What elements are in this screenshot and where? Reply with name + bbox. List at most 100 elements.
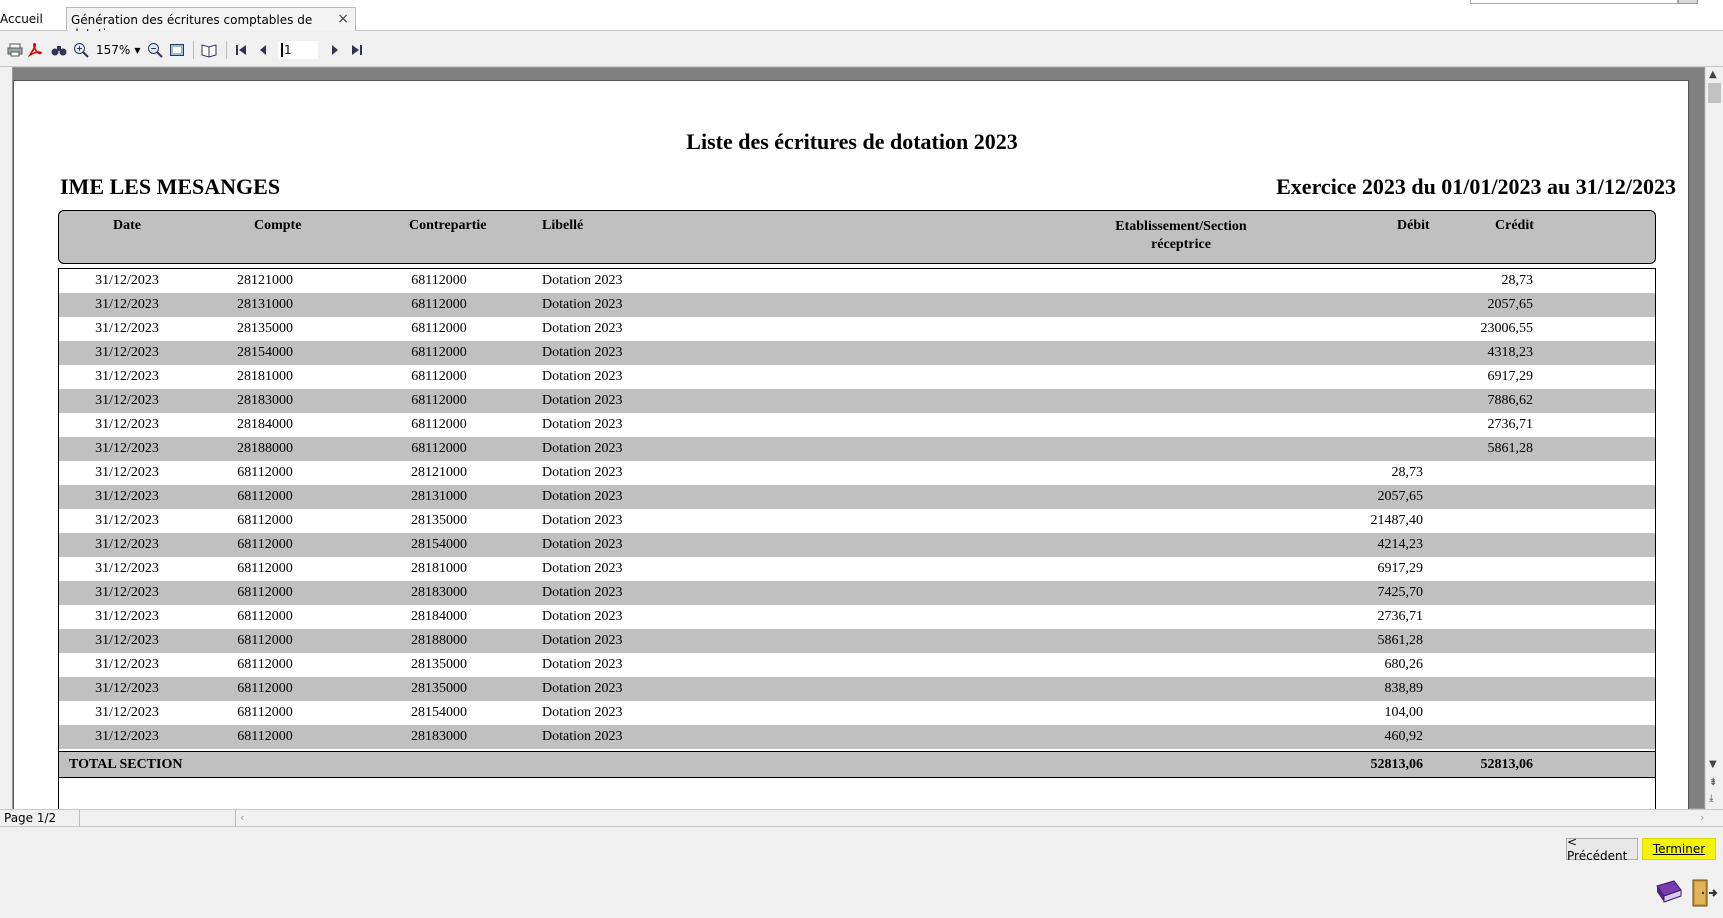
table-row: 31/12/2023 68112000 28183000 Dotation 2023 4… [59,725,1655,749]
tab-generation-dotation[interactable]: Génération des écritures comptables de d… [66,7,356,41]
search-input[interactable] [1470,0,1678,4]
cell-debit: 5861,28 [1377,633,1424,648]
header-date: Date [113,218,141,233]
zoom-in-icon[interactable] [72,41,90,59]
table-row: 31/12/2023 28181000 68112000 Dotation 2023 6… [59,365,1655,389]
close-icon[interactable]: × [337,11,349,27]
vertical-scrollbar[interactable]: ▲ ▼ ⇟ ⤓ [1705,67,1723,809]
cell-date: 31/12/2023 [95,729,159,744]
cell-credit: 6917,29 [1487,369,1534,384]
cell-contrepartie: 28135000 [411,681,467,696]
header-credit: Crédit [1495,218,1534,233]
table-row: 31/12/2023 68112000 28184000 Dotation 2023 2… [59,605,1655,629]
cell-contrepartie: 68112000 [411,273,467,288]
first-page-icon[interactable] [232,41,250,59]
report-title: Liste des écritures de dotation 2023 [686,129,1018,154]
previous-button[interactable]: < Précédent [1566,835,1638,863]
zoom-value: 157% [96,43,131,57]
zoom-select[interactable]: 157% ▼ [96,41,142,59]
chevron-down-icon: ▼ [134,45,141,55]
cell-contrepartie: 68112000 [411,441,467,456]
exercise-period: Exercice 2023 du 01/01/2023 au 31/12/202… [1276,174,1676,199]
scroll-left-icon[interactable]: ‹ [240,811,244,824]
column-header: Date Compte Contrepartie Libellé Etablis… [58,210,1656,264]
cell-contrepartie: 68112000 [411,369,467,384]
cell-libelle: Dotation 2023 [542,489,623,504]
cell-compte: 28184000 [237,417,293,432]
table-row: 31/12/2023 68112000 28135000 Dotation 2023 6… [59,653,1655,677]
cell-date: 31/12/2023 [95,585,159,600]
pdf-icon[interactable] [26,41,44,59]
zoom-out-icon[interactable] [146,41,164,59]
binoculars-icon[interactable] [50,41,68,59]
table-row: 31/12/2023 68112000 28135000 Dotation 2023 8… [59,677,1655,701]
cell-compte: 68112000 [237,489,293,504]
cell-libelle: Dotation 2023 [542,681,623,696]
tab-home[interactable]: Accueil [0,12,43,26]
table-row: 31/12/2023 68112000 28183000 Dotation 2023 7… [59,581,1655,605]
table-row: 31/12/2023 28184000 68112000 Dotation 2023 2… [59,413,1655,437]
cell-debit: 460,92 [1384,729,1424,744]
book-icon[interactable] [1654,878,1684,911]
scroll-end-icon[interactable]: ⤓ [1709,793,1713,804]
report-preview[interactable]: Liste des écritures de dotation 2023 IME… [12,67,1705,810]
previous-page-icon[interactable] [254,41,272,59]
cell-libelle: Dotation 2023 [542,585,623,600]
cell-date: 31/12/2023 [95,489,159,504]
status-bar: Page 1/2 ‹ › [0,809,1723,827]
page-number-input[interactable]: 1 [278,41,318,59]
cell-compte: 68112000 [237,465,293,480]
print-icon[interactable] [6,41,24,59]
cell-contrepartie: 28184000 [411,609,467,624]
cell-libelle: Dotation 2023 [542,705,623,720]
cell-debit: 21487,40 [1370,513,1424,528]
scrollbar-thumb[interactable] [1708,83,1721,103]
header-libelle: Libellé [542,218,584,233]
cell-compte: 28135000 [237,321,293,336]
table-row: 31/12/2023 68112000 28154000 Dotation 2023 1… [59,701,1655,725]
cell-libelle: Dotation 2023 [542,513,623,528]
fit-page-icon[interactable] [168,41,186,59]
cell-contrepartie: 28121000 [411,465,467,480]
scroll-page-down-icon[interactable]: ⇟ [1709,777,1717,788]
cell-credit: 5861,28 [1487,441,1534,456]
scroll-down-icon[interactable]: ▼ [1709,759,1717,770]
tab-strip: Accueil Génération des écritures comptab… [0,0,1723,41]
last-page-icon[interactable] [348,41,366,59]
table-row: 31/12/2023 68112000 28181000 Dotation 2023 6… [59,557,1655,581]
next-page-icon[interactable] [326,41,344,59]
report-toolbar: 157% ▼ 1 [0,31,1723,67]
cell-contrepartie: 28131000 [411,489,467,504]
cell-libelle: Dotation 2023 [542,393,623,408]
cell-date: 31/12/2023 [95,537,159,552]
finish-button[interactable]: Terminer [1642,838,1716,860]
cell-contrepartie: 28135000 [411,657,467,672]
cell-compte: 68112000 [237,705,293,720]
book-icon[interactable] [200,41,218,59]
cell-libelle: Dotation 2023 [542,561,623,576]
cell-date: 31/12/2023 [95,273,159,288]
cell-debit: 2057,65 [1377,489,1424,504]
cell-libelle: Dotation 2023 [542,465,623,480]
cell-credit: 7886,62 [1487,393,1534,408]
header-compte: Compte [254,218,302,233]
scroll-up-icon[interactable]: ▲ [1709,69,1717,80]
scroll-right-icon[interactable]: › [1700,811,1704,824]
cell-contrepartie: 28188000 [411,633,467,648]
cell-date: 31/12/2023 [95,681,159,696]
status-page: Page 1/2 [0,810,80,827]
search-button[interactable] [1678,0,1698,4]
cell-date: 31/12/2023 [95,345,159,360]
cell-compte: 68112000 [237,513,293,528]
cell-debit: 4214,23 [1377,537,1424,552]
cell-libelle: Dotation 2023 [542,273,623,288]
cell-libelle: Dotation 2023 [542,297,623,312]
cell-contrepartie: 28183000 [411,585,467,600]
cell-date: 31/12/2023 [95,513,159,528]
cell-date: 31/12/2023 [95,705,159,720]
cell-date: 31/12/2023 [95,561,159,576]
total-label: TOTAL SECTION [69,757,183,772]
cell-compte: 28121000 [237,273,293,288]
cell-date: 31/12/2023 [95,417,159,432]
exit-door-icon[interactable] [1690,878,1718,911]
